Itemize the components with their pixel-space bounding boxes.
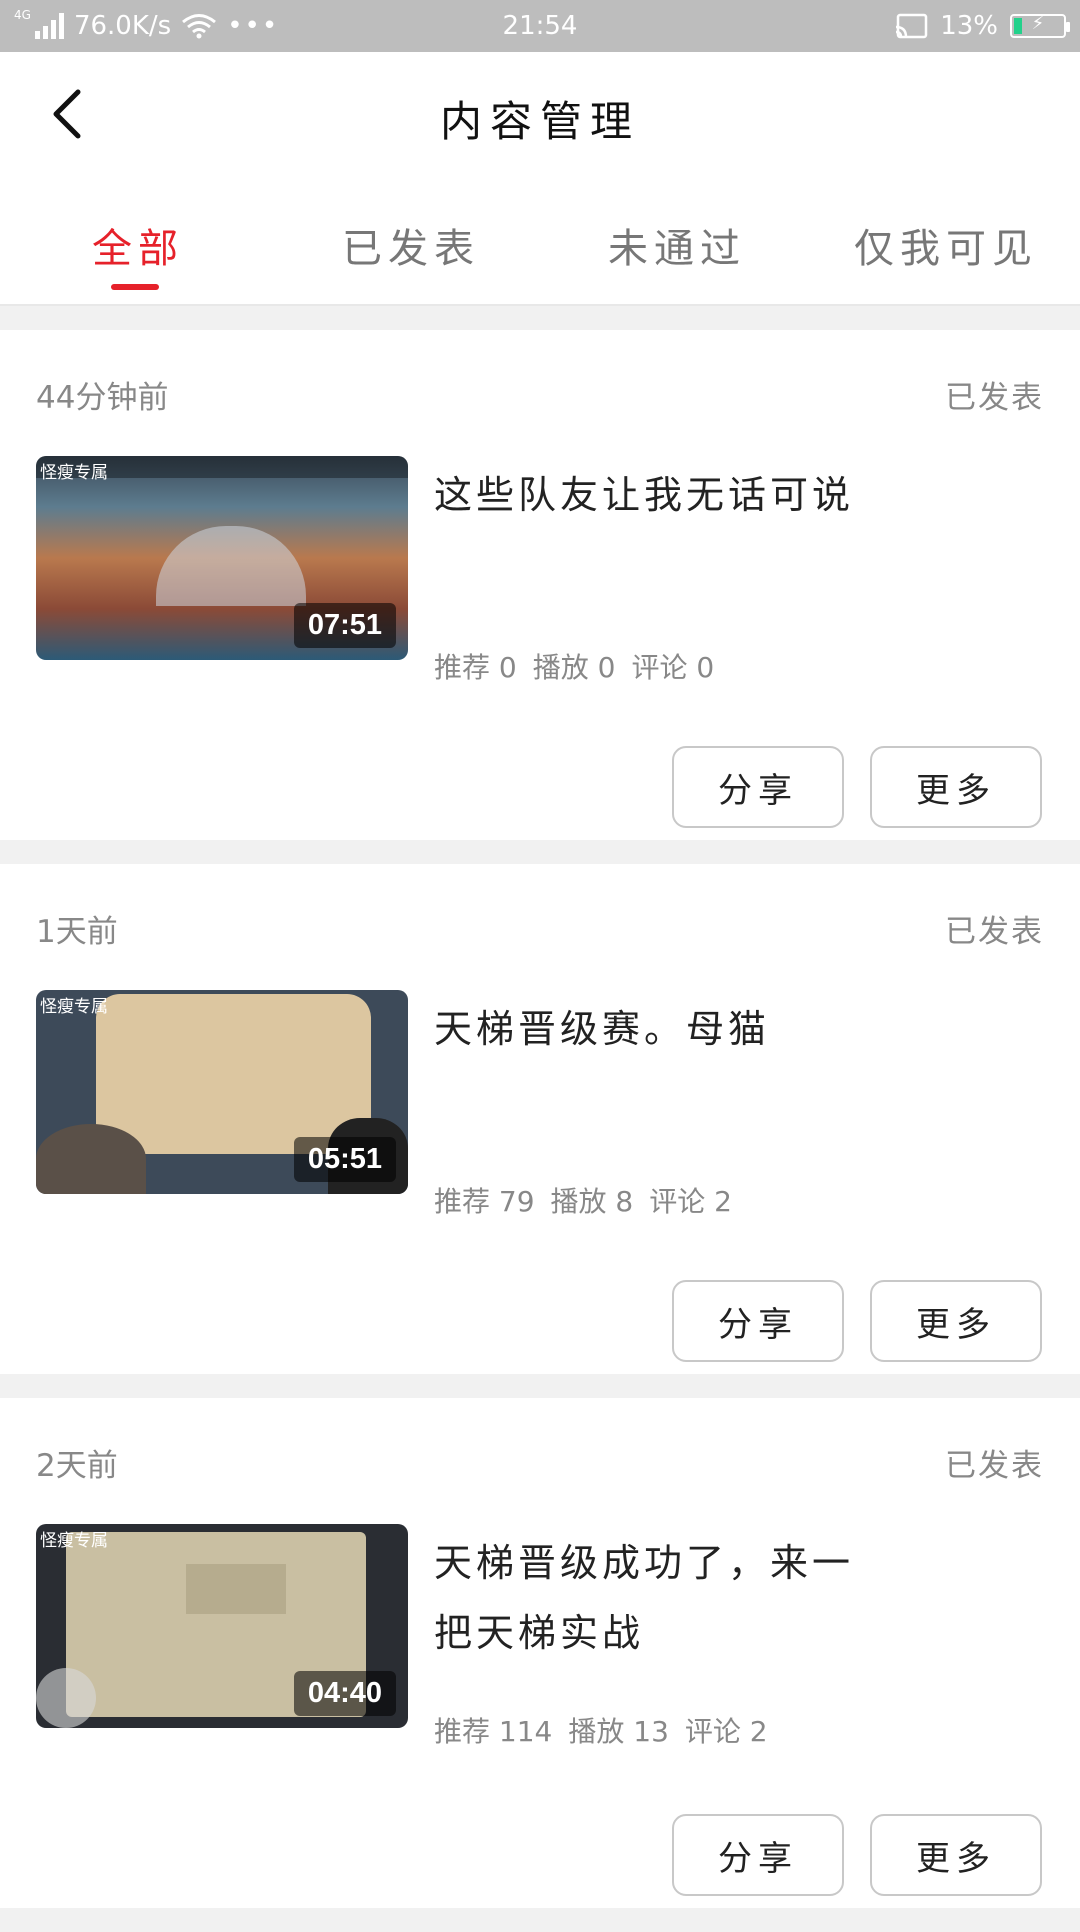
content-list: 44分钟前 已发表 怪瘦专属 07:51 这些队友让我无话可说 推荐 0 播放 … <box>0 306 1080 1932</box>
more-button[interactable]: 更多 <box>870 1280 1042 1362</box>
tab-published[interactable]: 已发表 <box>342 216 480 274</box>
share-button[interactable]: 分享 <box>672 1280 844 1362</box>
video-title[interactable]: 天梯晋级成功了，来一把天梯实战 <box>434 1528 894 1668</box>
list-item: 2天前 已发表 怪瘦专属 04:40 天梯晋级成功了，来一把天梯实战 推荐 11… <box>0 1398 1080 1908</box>
item-time: 1天前 <box>36 914 118 950</box>
video-thumbnail[interactable]: 怪瘦专属 04:40 <box>36 1524 408 1728</box>
recommend-count: 推荐 0 <box>434 651 517 684</box>
cast-icon <box>896 13 928 39</box>
play-count: 播放 0 <box>532 651 616 684</box>
more-button[interactable]: 更多 <box>870 1814 1042 1896</box>
video-stats: 推荐 79 播放 8 评论 2 <box>434 1180 732 1220</box>
header: 内容管理 <box>0 52 1080 182</box>
status-bar: 4G 76.0K/s ••• 21:54 13% ⚡ <box>0 0 1080 52</box>
tab-all[interactable]: 全部 <box>92 216 184 274</box>
recommend-count: 推荐 114 <box>434 1715 553 1748</box>
share-button[interactable]: 分享 <box>672 1814 844 1896</box>
status-badge: 已发表 <box>945 380 1044 416</box>
recommend-count: 推荐 79 <box>434 1185 535 1218</box>
video-stats: 推荐 114 播放 13 评论 2 <box>434 1710 768 1750</box>
share-button[interactable]: 分享 <box>672 746 844 828</box>
tab-indicator <box>111 284 159 290</box>
tab-private[interactable]: 仅我可见 <box>854 216 1038 274</box>
play-count: 播放 13 <box>568 1715 669 1748</box>
list-item: 1天前 已发表 怪瘦专属 05:51 天梯晋级赛。母猫 推荐 79 播放 8 评… <box>0 864 1080 1374</box>
tab-rejected[interactable]: 未通过 <box>608 216 746 274</box>
status-time: 21:54 <box>502 11 578 41</box>
battery-icon: ⚡ <box>1010 13 1070 38</box>
tab-bar: 全部 已发表 未通过 仅我可见 <box>0 182 1080 306</box>
video-duration: 05:51 <box>293 1137 396 1182</box>
thumb-watermark: 怪瘦专属 <box>40 1531 108 1551</box>
more-button[interactable]: 更多 <box>870 746 1042 828</box>
status-badge: 已发表 <box>945 1448 1044 1484</box>
video-thumbnail[interactable]: 怪瘦专属 07:51 <box>36 456 408 660</box>
comment-count: 评论 0 <box>631 651 715 684</box>
video-title[interactable]: 这些队友让我无话可说 <box>434 460 894 530</box>
video-duration: 04:40 <box>293 1671 396 1716</box>
item-time: 44分钟前 <box>36 380 169 416</box>
item-time: 2天前 <box>36 1448 118 1484</box>
video-duration: 07:51 <box>293 603 396 648</box>
thumb-watermark: 怪瘦专属 <box>40 463 108 483</box>
video-thumbnail[interactable]: 怪瘦专属 05:51 <box>36 990 408 1194</box>
video-title[interactable]: 天梯晋级赛。母猫 <box>434 994 894 1064</box>
comment-count: 评论 2 <box>684 1715 768 1748</box>
thumb-watermark: 怪瘦专属 <box>40 997 108 1017</box>
play-count: 播放 8 <box>550 1185 634 1218</box>
list-item: 44分钟前 已发表 怪瘦专属 07:51 这些队友让我无话可说 推荐 0 播放 … <box>0 330 1080 840</box>
battery-percent: 13% <box>940 11 998 41</box>
comment-count: 评论 2 <box>649 1185 732 1218</box>
video-stats: 推荐 0 播放 0 评论 0 <box>434 646 714 686</box>
page-title: 内容管理 <box>439 97 640 146</box>
status-badge: 已发表 <box>945 914 1044 950</box>
